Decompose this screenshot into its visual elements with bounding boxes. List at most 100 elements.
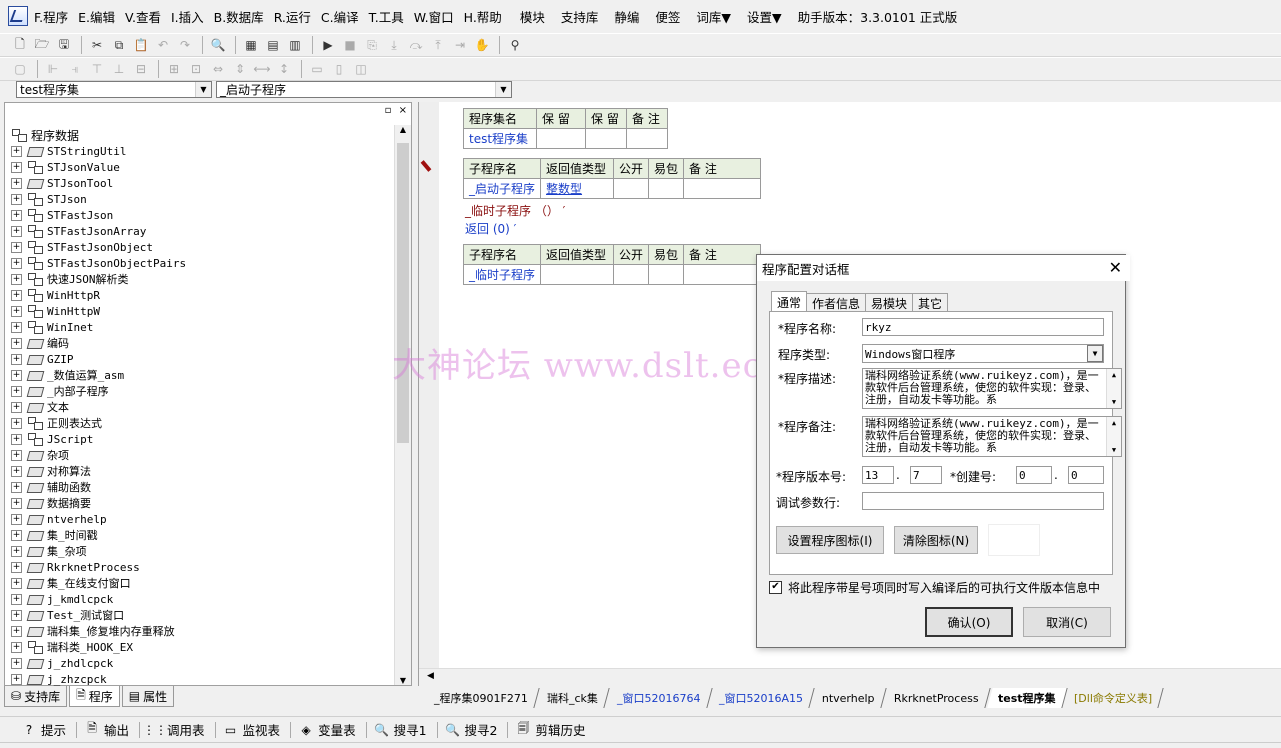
tab-watch[interactable]: ▭ 监视表 <box>224 720 280 739</box>
tree-item[interactable]: + STFastJson <box>11 207 113 223</box>
tree-item[interactable]: + STFastJsonObject <box>11 239 153 255</box>
expand-icon[interactable]: + <box>11 353 22 365</box>
tree-item[interactable]: + ntverhelp <box>11 511 107 527</box>
menu-dictionary[interactable]: 词库▼ <box>696 7 731 26</box>
ok-button[interactable]: 确认(O) <box>925 607 1013 637</box>
menu-run[interactable]: R.运行 <box>274 7 311 26</box>
layout-1-icon[interactable]: ▦ <box>241 35 261 55</box>
build-major-field[interactable]: 0 <box>1016 466 1052 484</box>
scroll-down-icon[interactable]: ▼ <box>1112 396 1116 408</box>
editor-tab[interactable]: RkrknetProcess <box>883 688 991 708</box>
reserved-1-cell[interactable] <box>536 128 586 149</box>
editor-tab[interactable]: ntverhelp <box>811 688 887 708</box>
tree-item[interactable]: + j_kmdlcpck <box>11 591 113 607</box>
tab-hint[interactable]: ? 提示 <box>22 720 66 739</box>
tab-support-library[interactable]: ⛁ 支持库 <box>4 686 68 707</box>
assembly-name-cell[interactable]: test程序集 <box>463 128 537 149</box>
expand-icon[interactable]: + <box>11 417 22 429</box>
memo-scrollbar[interactable]: ▲ ▼ <box>1106 417 1121 456</box>
tree-item[interactable]: + STJson <box>11 191 87 207</box>
menu-insert[interactable]: I.插入 <box>171 7 204 26</box>
tree-item[interactable]: + STJsonTool <box>11 175 113 191</box>
tab-author-info[interactable]: 作者信息 <box>806 293 867 312</box>
write-version-info-checkbox[interactable]: ✔ 将此程序带星号项同时写入编译后的可执行文件版本信息中 <box>769 579 1100 596</box>
expand-icon[interactable]: + <box>11 273 22 285</box>
tree-item[interactable]: + 文本 <box>11 399 69 415</box>
code-line-2[interactable]: 返回 (0) ′ <box>465 220 516 237</box>
paste-icon[interactable]: 📋 <box>131 35 151 55</box>
align-top-icon[interactable]: ⊤ <box>87 59 107 79</box>
align-left-icon[interactable]: ⊩ <box>43 59 63 79</box>
tree-item[interactable]: + STStringUtil <box>11 143 126 159</box>
binoculars-icon[interactable]: ⚲ <box>505 35 525 55</box>
grid-icon[interactable]: ▢ <box>10 59 30 79</box>
tab-properties[interactable]: ▤ 属性 <box>121 686 175 707</box>
expand-icon[interactable]: + <box>11 193 22 205</box>
expand-icon[interactable]: + <box>11 385 22 397</box>
expand-icon[interactable]: + <box>11 561 22 573</box>
expand-icon[interactable]: + <box>11 497 22 509</box>
expand-icon[interactable]: + <box>11 337 22 349</box>
menu-settings[interactable]: 设置▼ <box>747 7 782 26</box>
sub-name-cell[interactable]: _启动子程序 <box>462 178 542 199</box>
tree-item[interactable]: + 编码 <box>11 335 69 351</box>
tree-item[interactable]: + 杂项 <box>11 447 69 463</box>
run-icon[interactable]: ▶ <box>318 35 338 55</box>
tab-call-stack[interactable]: ⋮⋮ 调用表 <box>143 720 205 739</box>
expand-icon[interactable]: + <box>11 673 22 685</box>
step-icon[interactable]: ⎘ <box>362 35 382 55</box>
undo-icon[interactable]: ↶ <box>153 35 173 55</box>
sub-name-cell[interactable]: _临时子程序 <box>462 264 542 285</box>
scroll-up-icon[interactable]: ▲ <box>1112 417 1116 429</box>
menu-program[interactable]: F.程序 <box>34 7 68 26</box>
tree-item[interactable]: + 集_在线支付窗口 <box>11 575 131 591</box>
align-bottom-icon[interactable]: ⊥ <box>109 59 129 79</box>
align-hcenter-icon[interactable]: ⊟ <box>131 59 151 79</box>
memo-scrollbar[interactable]: ▲ ▼ <box>1106 369 1121 408</box>
tree-item[interactable]: + Test_测试窗口 <box>11 607 124 623</box>
space-h-icon[interactable]: ⟷ <box>252 59 272 79</box>
expand-icon[interactable]: + <box>11 305 22 317</box>
public-cell[interactable] <box>613 264 650 285</box>
tree-item[interactable]: + 辅助函数 <box>11 479 91 495</box>
menu-tools[interactable]: T.工具 <box>369 7 404 26</box>
expand-icon[interactable]: + <box>11 433 22 445</box>
tab-search-2[interactable]: 🔍 搜寻2 <box>445 720 497 739</box>
expand-icon[interactable]: + <box>11 401 22 413</box>
debug-args-field[interactable] <box>862 492 1104 510</box>
tree-item[interactable]: + 对称算法 <box>11 463 91 479</box>
editor-tab[interactable]: [Dll命令定义表] <box>1063 688 1165 708</box>
center-h-icon[interactable]: ⊞ <box>164 59 184 79</box>
tree-item[interactable]: + WinInet <box>11 319 93 335</box>
size-h-icon[interactable]: ▯ <box>329 59 349 79</box>
close-icon[interactable]: ✕ <box>1109 258 1122 277</box>
return-type-cell[interactable]: 整数型 <box>540 178 615 199</box>
easy-package-cell[interactable] <box>648 178 685 199</box>
editor-hscrollbar[interactable]: ◀ <box>419 668 1281 687</box>
expand-icon[interactable]: + <box>11 241 22 253</box>
same-height-icon[interactable]: ⇕ <box>230 59 250 79</box>
expand-icon[interactable]: + <box>11 257 22 269</box>
scroll-thumb[interactable] <box>397 143 409 443</box>
step-into-icon[interactable]: ⤓ <box>384 35 404 55</box>
layout-2-icon[interactable]: ▤ <box>263 35 283 55</box>
assembly-combo[interactable]: test程序集 ▼ <box>16 81 212 98</box>
tree-item[interactable]: + 瑞科类_HOOK_EX <box>11 639 133 655</box>
tree-item[interactable]: + GZIP <box>11 351 74 367</box>
scroll-down-icon[interactable]: ▼ <box>1112 444 1116 456</box>
expand-icon[interactable]: + <box>11 625 22 637</box>
program-desc-memo[interactable]: 瑞科网络验证系统(www.ruikeyz.com)，是一款软件后台管理系统，使您… <box>862 368 1122 409</box>
expand-icon[interactable]: + <box>11 209 22 221</box>
tree-item[interactable]: + j_zhdlcpck <box>11 655 113 671</box>
tree-scrollbar[interactable]: ▲ ▼ <box>394 125 411 685</box>
tree-root[interactable]: 程序数据 <box>11 127 79 143</box>
save-icon[interactable]: 🖫 <box>54 35 74 55</box>
version-major-field[interactable]: 13 <box>862 466 894 484</box>
program-note-memo[interactable]: 瑞科网络验证系统(www.ruikeyz.com)，是一款软件后台管理系统，使您… <box>862 416 1122 457</box>
build-minor-field[interactable]: 0 <box>1068 466 1104 484</box>
set-icon-button[interactable]: 设置程序图标(I) <box>776 526 884 554</box>
expand-icon[interactable]: + <box>11 609 22 621</box>
note-cell[interactable] <box>683 264 762 285</box>
tree-item[interactable]: + 瑞科集_修复堆内存重释放 <box>11 623 175 639</box>
same-width-icon[interactable]: ⇔ <box>208 59 228 79</box>
